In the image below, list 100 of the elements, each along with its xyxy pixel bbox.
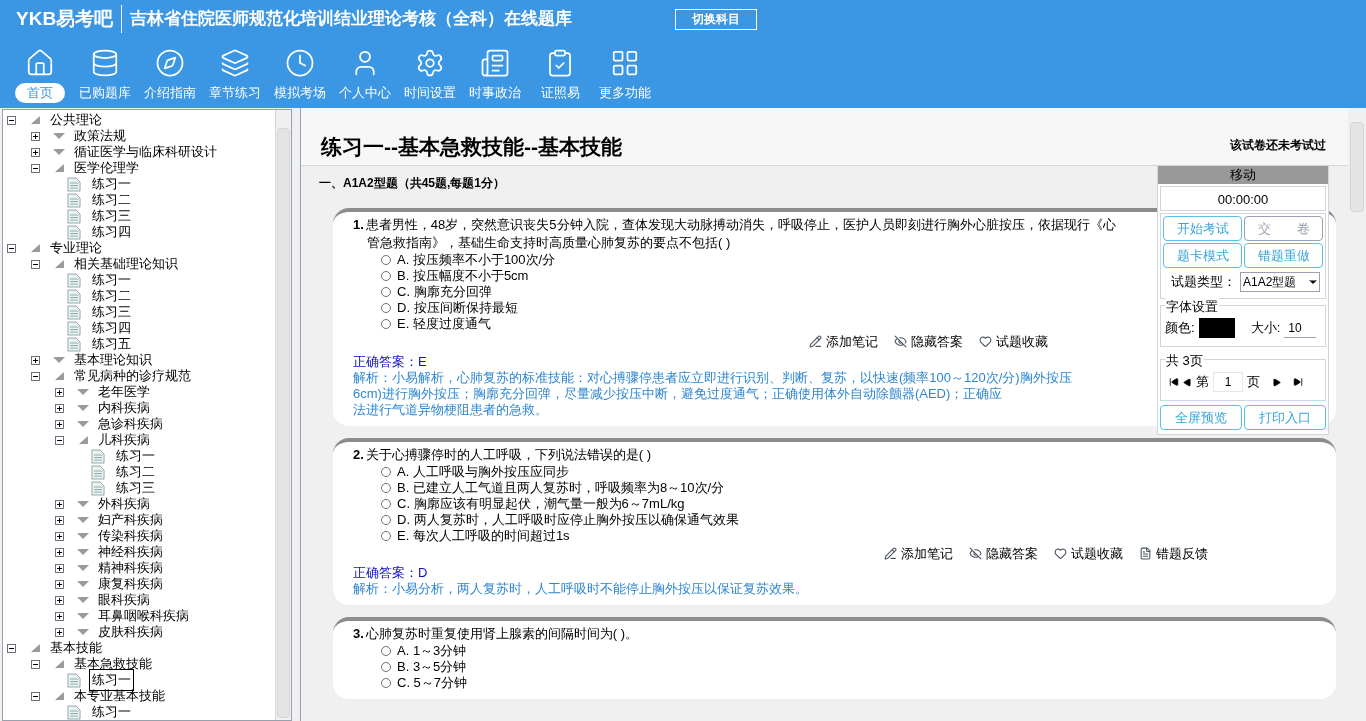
radio-button[interactable] [381, 287, 391, 297]
expand-toggle[interactable] [31, 131, 40, 141]
size-field[interactable]: 10 [1284, 318, 1317, 338]
expand-toggle[interactable] [55, 499, 64, 509]
radio-button[interactable] [381, 255, 391, 265]
type-select[interactable]: A1A2型题 [1240, 272, 1320, 292]
action-link[interactable]: 错题反馈 [1156, 543, 1208, 563]
collapse-toggle[interactable] [7, 643, 16, 653]
expand-toggle[interactable] [55, 419, 64, 429]
expand-toggle[interactable] [55, 611, 64, 621]
heart-icon [1054, 546, 1067, 560]
expand-toggle[interactable] [55, 579, 64, 589]
document-icon [67, 304, 81, 320]
timer: 00:00:00 [1160, 186, 1326, 211]
action-link[interactable]: 添加笔记 [901, 543, 953, 563]
expand-toggle[interactable] [55, 531, 64, 541]
expand-toggle[interactable] [55, 387, 64, 397]
collapse-toggle[interactable] [55, 435, 64, 445]
collapse-toggle[interactable] [31, 163, 40, 173]
expand-toggle[interactable] [55, 627, 64, 637]
paper-title: 练习一--基本急救技能--基本技能 [321, 133, 622, 160]
action-link[interactable]: 隐藏答案 [986, 543, 1038, 563]
expand-toggle[interactable] [31, 147, 40, 157]
radio-button[interactable] [381, 530, 391, 541]
page-field[interactable]: 1 [1213, 372, 1243, 392]
radio-button[interactable] [381, 482, 391, 493]
first-page-icon[interactable] [1169, 377, 1179, 387]
settings-icon[interactable] [415, 48, 445, 78]
collapse-toggle[interactable] [7, 115, 16, 125]
folder-triangle-icon [52, 131, 66, 141]
question-text: 1.患者男性，48岁，突然意识丧失5分钟入院，查体发现大动脉搏动消失，呼吸停止，医护人员即刻进行胸外心脏按压，依据现行《心 [353, 216, 1117, 234]
radio-button[interactable] [381, 271, 391, 281]
field-label: 第 [1196, 373, 1209, 392]
scrollbar[interactable] [275, 110, 291, 720]
tree-item[interactable]: 练习一 [89, 701, 134, 720]
expand-toggle[interactable] [55, 563, 64, 573]
radio-button[interactable] [381, 514, 391, 525]
radio-button[interactable] [381, 319, 391, 329]
field-label: 页 [1247, 373, 1260, 392]
action-link[interactable]: 隐藏答案 [911, 332, 963, 352]
field-label: 颜色: [1165, 319, 1195, 338]
document-icon [67, 208, 81, 224]
field-label: 大小: [1250, 319, 1281, 338]
previous-page-icon[interactable] [1183, 377, 1192, 387]
folder-triangle-icon [76, 387, 90, 397]
color-swatch[interactable] [1198, 318, 1235, 338]
expand-toggle[interactable] [55, 547, 64, 557]
folder-triangle-icon [76, 547, 90, 557]
radio-button[interactable] [381, 678, 391, 688]
action-link[interactable]: 试题收藏 [996, 332, 1048, 352]
clock-icon[interactable] [285, 48, 315, 78]
expand-toggle[interactable] [55, 515, 64, 525]
option-text: B. 按压幅度不小于5cm [397, 267, 529, 285]
folder-triangle-icon [76, 627, 90, 637]
database-icon[interactable] [90, 48, 120, 78]
logo: YKB易考吧 [16, 4, 123, 34]
last-page-icon[interactable] [1293, 377, 1303, 387]
home-icon[interactable] [25, 48, 55, 78]
folder-triangle-icon [76, 531, 90, 541]
radio-button[interactable] [381, 303, 391, 313]
expand-toggle[interactable] [55, 403, 64, 413]
radio-button[interactable] [381, 498, 391, 509]
layers-icon[interactable] [220, 48, 250, 78]
app-title: 吉林省住院医师规范化培训结业理论考核（全科）在线题库 [129, 8, 574, 31]
document-icon [67, 672, 81, 688]
option-text: E. 每次人工呼吸的时间超过1s [397, 526, 570, 545]
radio-button[interactable] [381, 646, 391, 656]
grid-icon[interactable] [610, 48, 640, 78]
document-icon [67, 272, 81, 288]
newspaper-icon[interactable] [480, 48, 510, 78]
option-text: A. 按压频率不小于100次/分 [397, 251, 556, 269]
collapse-toggle[interactable] [31, 659, 40, 669]
question-text: 2.关于心搏骤停时的人工呼吸，下列说法错误的是( ) [353, 445, 653, 464]
eye-off-icon [894, 335, 907, 349]
folder-triangle-icon [76, 563, 90, 573]
document-icon [67, 176, 81, 192]
correct-answer: 正确答案：D [353, 565, 429, 581]
tree-item[interactable]: 练习一 [89, 669, 134, 691]
document-icon [67, 224, 81, 240]
next-page-icon[interactable] [1272, 377, 1281, 387]
folder-triangle-icon [76, 579, 90, 589]
option-text: C. 5～7分钟 [397, 674, 468, 693]
move-handle[interactable]: 移动 [1158, 166, 1328, 184]
collapse-toggle[interactable] [31, 691, 40, 701]
question-text: 3.心肺复苏时重复使用肾上腺素的间隔时间为( )。 [353, 625, 640, 643]
action-link[interactable]: 试题收藏 [1071, 543, 1123, 563]
expand-toggle[interactable] [31, 355, 40, 365]
eye-off-icon [969, 546, 982, 560]
collapse-toggle[interactable] [31, 371, 40, 381]
compass-icon[interactable] [155, 48, 185, 78]
radio-button[interactable] [381, 466, 391, 477]
folder-triangle-icon [76, 611, 90, 621]
collapse-toggle[interactable] [7, 243, 16, 253]
folder-triangle-icon [76, 595, 90, 605]
analysis-text: 解析：小易解析，心肺复苏的标准技能：对心搏骤停患者应立即进行识别、判断、复苏，以快速(频率100～120次/分)胸外按压 [353, 369, 1073, 386]
action-link[interactable]: 添加笔记 [826, 332, 878, 352]
folder-triangle-icon [52, 355, 66, 365]
radio-button[interactable] [381, 662, 391, 672]
expand-toggle[interactable] [55, 595, 64, 605]
collapse-toggle[interactable] [31, 259, 40, 269]
